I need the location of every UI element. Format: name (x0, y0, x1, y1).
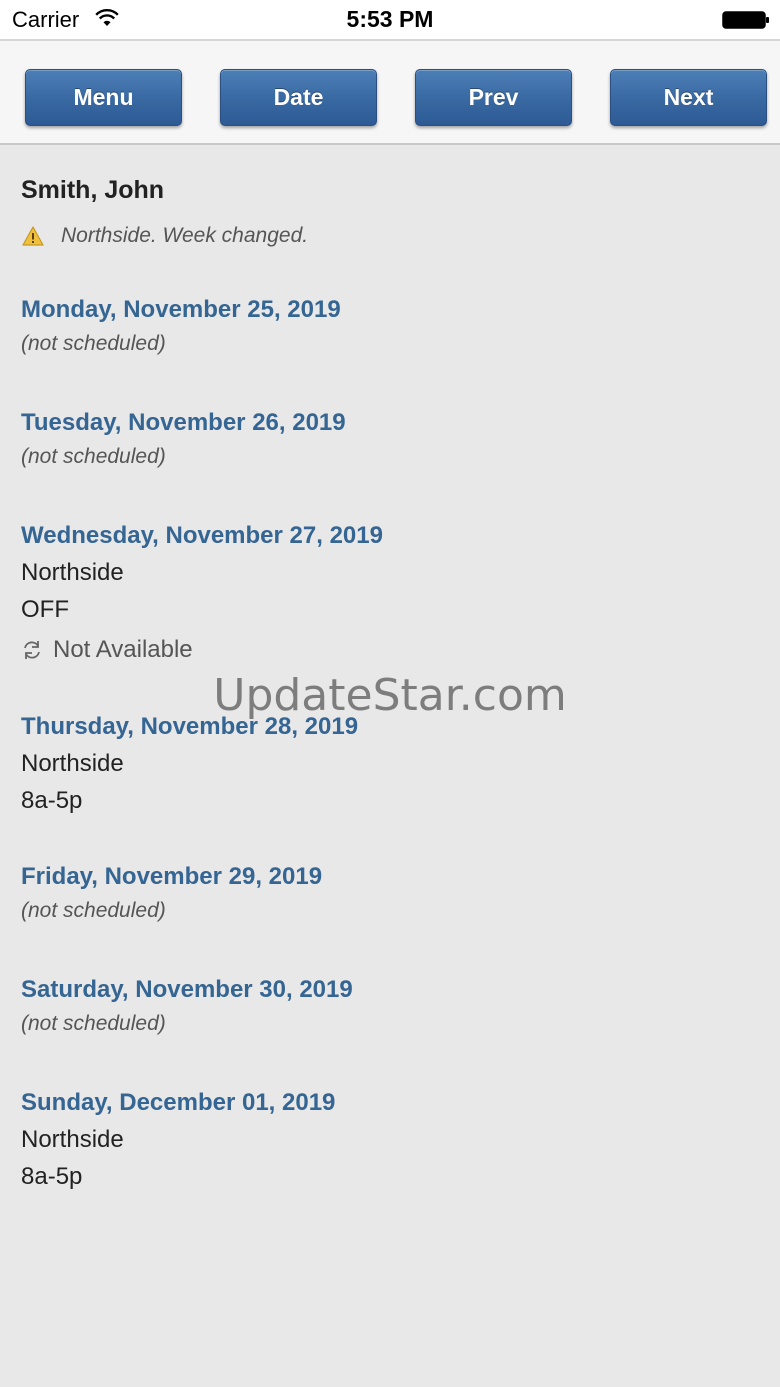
notice-text: Northside. Week changed. (61, 224, 309, 247)
day-location: Northside (21, 1126, 124, 1153)
day-shift: 8a-5p (21, 1163, 83, 1190)
day-status: (not scheduled) (21, 445, 166, 468)
menu-button[interactable]: Menu (25, 69, 182, 126)
availability-row: Not Available (21, 628, 761, 672)
day-sunday: Sunday, December 01, 2019 Northside 8a-5… (21, 1085, 761, 1195)
day-friday: Friday, November 29, 2019 (not scheduled… (21, 859, 761, 927)
day-date: Saturday, November 30, 2019 (21, 976, 353, 1003)
day-date: Sunday, December 01, 2019 (21, 1089, 336, 1116)
prev-button[interactable]: Prev (415, 69, 572, 126)
toolbar: Menu Date Prev Next (0, 39, 780, 145)
day-wednesday: Wednesday, November 27, 2019 Northside O… (21, 518, 761, 672)
day-location: Northside (21, 559, 124, 586)
day-thursday: Thursday, November 28, 2019 Northside 8a… (21, 709, 761, 819)
day-date: Monday, November 25, 2019 (21, 296, 341, 323)
day-date: Friday, November 29, 2019 (21, 863, 323, 890)
watermark: UpdateStar.com (213, 670, 567, 721)
battery-icon (722, 11, 769, 29)
day-shift: 8a-5p (21, 787, 83, 814)
day-location: Northside (21, 750, 124, 777)
day-date: Wednesday, November 27, 2019 (21, 522, 383, 549)
day-date: Tuesday, November 26, 2019 (21, 409, 346, 436)
availability-text: Not Available (53, 636, 193, 663)
day-tuesday: Tuesday, November 26, 2019 (not schedule… (21, 405, 761, 473)
status-time: 5:53 PM (346, 6, 434, 32)
employee-name: Smith, John (21, 176, 165, 204)
day-monday: Monday, November 25, 2019 (not scheduled… (21, 292, 761, 360)
swap-icon (24, 641, 40, 659)
next-button[interactable]: Next (610, 69, 767, 126)
day-saturday: Saturday, November 30, 2019 (not schedul… (21, 972, 761, 1040)
week-notice: Northside. Week changed. (21, 224, 761, 248)
date-button[interactable]: Date (220, 69, 377, 126)
warning-icon (22, 226, 44, 246)
day-status: (not scheduled) (21, 899, 166, 922)
day-status: (not scheduled) (21, 1012, 166, 1035)
day-shift: OFF (21, 596, 69, 623)
status-bar: Carrier 5:53 PM (0, 0, 780, 39)
day-status: (not scheduled) (21, 332, 166, 355)
